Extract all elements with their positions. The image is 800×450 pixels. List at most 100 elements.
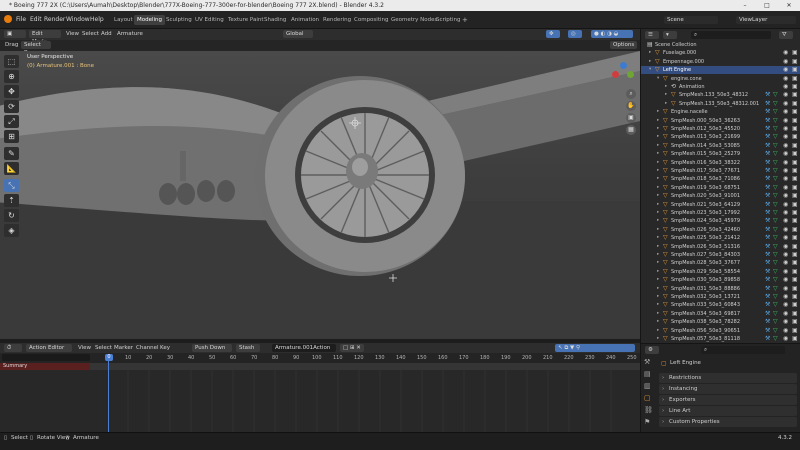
outliner-row[interactable]: ▸ ▽ SmpMesh.000_50e3_36263 ⚒ ▽ ◉ ▣ — [641, 117, 800, 125]
visibility-eye-icon[interactable]: ◉ — [783, 142, 788, 150]
expand-toggle-icon[interactable]: ▸ — [657, 259, 662, 267]
visibility-eye-icon[interactable]: ◉ — [783, 201, 788, 209]
visibility-eye-icon[interactable]: ◉ — [783, 310, 788, 318]
expand-toggle-icon[interactable]: ▸ — [657, 301, 662, 309]
render-camera-icon[interactable]: ▣ — [792, 125, 798, 133]
visibility-eye-icon[interactable]: ◉ — [783, 100, 788, 108]
menu-armature[interactable]: Armature — [117, 30, 143, 38]
outliner-row[interactable]: ▸ ▽ SmpMesh.024_50e3_45979 ⚒ ▽ ◉ ▣ — [641, 217, 800, 225]
outliner-search-input[interactable]: ⌕ — [691, 31, 771, 39]
menu-channel[interactable]: Channel — [136, 344, 159, 352]
menu-help[interactable]: Help — [90, 16, 104, 23]
outliner-row[interactable]: ▸ ▽ SmpMesh.029_50e3_58554 ⚒ ▽ ◉ ▣ — [641, 268, 800, 276]
scene-selector[interactable]: Scene — [664, 16, 718, 24]
menu-select-dopesheet[interactable]: Select — [95, 344, 112, 352]
render-camera-icon[interactable]: ▣ — [792, 310, 798, 318]
render-camera-icon[interactable]: ▣ — [792, 293, 798, 301]
render-camera-icon[interactable]: ▣ — [792, 192, 798, 200]
expand-toggle-icon[interactable]: ▸ — [657, 159, 662, 167]
visibility-eye-icon[interactable]: ◉ — [783, 234, 788, 242]
outliner-row[interactable]: ▸ ▽ SmpMesh.018_50e3_71086 ⚒ ▽ ◉ ▣ — [641, 175, 800, 183]
panel-custom-properties[interactable]: Custom Properties — [659, 417, 797, 427]
blender-logo-icon[interactable] — [4, 15, 12, 23]
panel-restrictions[interactable]: Restrictions — [659, 373, 797, 383]
constraints-tab-icon[interactable]: ⛓ — [644, 406, 653, 414]
render-camera-icon[interactable]: ▣ — [792, 268, 798, 276]
bone-size-tool-icon[interactable]: ⤡ — [4, 179, 19, 192]
playhead-line[interactable] — [108, 361, 109, 432]
visibility-eye-icon[interactable]: ◉ — [783, 192, 788, 200]
outliner-row[interactable]: ▸ ▽ Engine.nacelle ⚒ ▽ ◉ ▣ — [641, 108, 800, 116]
close-button[interactable]: ✕ — [778, 0, 800, 11]
3d-viewport[interactable]: User Perspective (0) Armature.001 : Bone… — [0, 51, 640, 339]
outliner-row[interactable]: ▸ ▽ SmpMesh.012_50e3_45520 ⚒ ▽ ◉ ▣ — [641, 125, 800, 133]
select-box-tool-icon[interactable]: ⬚ — [4, 55, 19, 68]
render-camera-icon[interactable]: ▣ — [792, 217, 798, 225]
properties-editor[interactable]: ⚙ ⌕ ⚒ ▤ ▥ ▢ ⛓ ⚑ ▢ Left Engine Restrictio… — [640, 343, 800, 432]
outliner-row[interactable]: ▤ Scene Collection — [641, 41, 800, 49]
expand-toggle-icon[interactable]: ▸ — [649, 58, 654, 66]
menu-add[interactable]: Add — [101, 30, 112, 38]
expand-toggle-icon[interactable]: ▸ — [657, 209, 662, 217]
data-tab-icon[interactable]: ⚑ — [644, 418, 650, 426]
outliner-row[interactable]: ▸ ▽ SmpMesh.014_50e3_53085 ⚒ ▽ ◉ ▣ — [641, 142, 800, 150]
visibility-eye-icon[interactable]: ◉ — [783, 175, 788, 183]
current-frame-indicator[interactable]: 0 — [105, 354, 113, 361]
render-camera-icon[interactable]: ▣ — [792, 335, 798, 343]
z-axis-icon[interactable] — [620, 62, 627, 69]
outliner-row[interactable]: ▸ ▽ SmpMesh.032_50e3_13721 ⚒ ▽ ◉ ▣ — [641, 293, 800, 301]
outliner-row[interactable]: ▸ ▽ SmpMesh.028_50e3_37677 ⚒ ▽ ◉ ▣ — [641, 259, 800, 267]
render-camera-icon[interactable]: ▣ — [792, 49, 798, 57]
visibility-eye-icon[interactable]: ◉ — [783, 327, 788, 335]
transform-tool-icon[interactable]: ⊞ — [4, 130, 19, 143]
tab-layout[interactable]: Layout — [111, 15, 136, 25]
render-camera-icon[interactable]: ▣ — [792, 184, 798, 192]
outliner-row[interactable]: ▸ ▽ SmpMesh.027_50e3_84303 ⚒ ▽ ◉ ▣ — [641, 251, 800, 259]
expand-toggle-icon[interactable]: ▸ — [657, 184, 662, 192]
render-camera-icon[interactable]: ▣ — [792, 150, 798, 158]
pan-hand-icon[interactable]: ✋ — [626, 101, 636, 111]
outliner-row[interactable]: ▸ ▽ SmpMesh.026_50e3_51316 ⚒ ▽ ◉ ▣ — [641, 243, 800, 251]
render-camera-icon[interactable]: ▣ — [792, 318, 798, 326]
outliner-row[interactable]: ▸ ▽ SmpMesh.013_50e3_21699 ⚒ ▽ ◉ ▣ — [641, 133, 800, 141]
measure-tool-icon[interactable]: 📐 — [4, 162, 19, 175]
filter-icon[interactable]: ⛛ — [779, 31, 793, 39]
visibility-eye-icon[interactable]: ◉ — [783, 117, 788, 125]
outliner-row[interactable]: ▸ ▽ SmpMesh.016_50e3_38322 ⚒ ▽ ◉ ▣ — [641, 159, 800, 167]
visibility-eye-icon[interactable]: ◉ — [783, 243, 788, 251]
overlay-toggle-icon[interactable]: ◎ — [568, 30, 582, 38]
outliner-row[interactable]: ▸ ▽ SmpMesh.056_50e3_90651 ⚒ ▽ ◉ ▣ — [641, 327, 800, 335]
visibility-eye-icon[interactable]: ◉ — [783, 268, 788, 276]
visibility-eye-icon[interactable]: ◉ — [783, 150, 788, 158]
render-camera-icon[interactable]: ▣ — [792, 133, 798, 141]
render-camera-icon[interactable]: ▣ — [792, 91, 798, 99]
outliner-row[interactable]: ▾ ▽ Left Engine ◉ ▣ — [641, 66, 800, 75]
shading-mode-buttons[interactable]: ● ◐ ◑ ◒ — [591, 30, 633, 38]
render-camera-icon[interactable]: ▣ — [792, 226, 798, 234]
visibility-eye-icon[interactable]: ◉ — [783, 259, 788, 267]
action-selector[interactable]: Armature.001Action — [272, 344, 336, 352]
outliner-row[interactable]: ▸ ⟲ Animation ◉ ▣ — [641, 83, 800, 91]
render-camera-icon[interactable]: ▣ — [792, 209, 798, 217]
expand-toggle-icon[interactable]: ▸ — [665, 83, 670, 91]
summary-channel[interactable]: Summary — [0, 363, 90, 370]
tab-rendering[interactable]: Rendering — [320, 15, 354, 25]
expand-toggle-icon[interactable]: ▸ — [657, 125, 662, 133]
expand-toggle-icon[interactable]: ▸ — [657, 192, 662, 200]
render-camera-icon[interactable]: ▣ — [792, 327, 798, 335]
action-buttons[interactable]: □ ⊞ ✕ — [340, 344, 364, 352]
outliner-row[interactable]: ▸ ▽ SmpMesh.015_50e3_25279 ⚒ ▽ ◉ ▣ — [641, 150, 800, 158]
render-camera-icon[interactable]: ▣ — [792, 83, 798, 91]
visibility-eye-icon[interactable]: ◉ — [783, 159, 788, 167]
render-camera-icon[interactable]: ▣ — [792, 108, 798, 116]
menu-select[interactable]: Select — [82, 30, 99, 38]
panel-instancing[interactable]: Instancing — [659, 384, 797, 394]
annotate-tool-icon[interactable]: ✎ — [4, 147, 19, 160]
add-workspace-button[interactable]: + — [459, 15, 471, 25]
rotate-tool-icon[interactable]: ⟳ — [4, 100, 19, 113]
outliner-row[interactable]: ▸ ▽ SmpMesh.034_50e3_69817 ⚒ ▽ ◉ ▣ — [641, 310, 800, 318]
render-camera-icon[interactable]: ▣ — [792, 251, 798, 259]
menu-key[interactable]: Key — [160, 344, 170, 352]
visibility-eye-icon[interactable]: ◉ — [783, 91, 788, 99]
menu-window[interactable]: Window — [66, 16, 90, 23]
